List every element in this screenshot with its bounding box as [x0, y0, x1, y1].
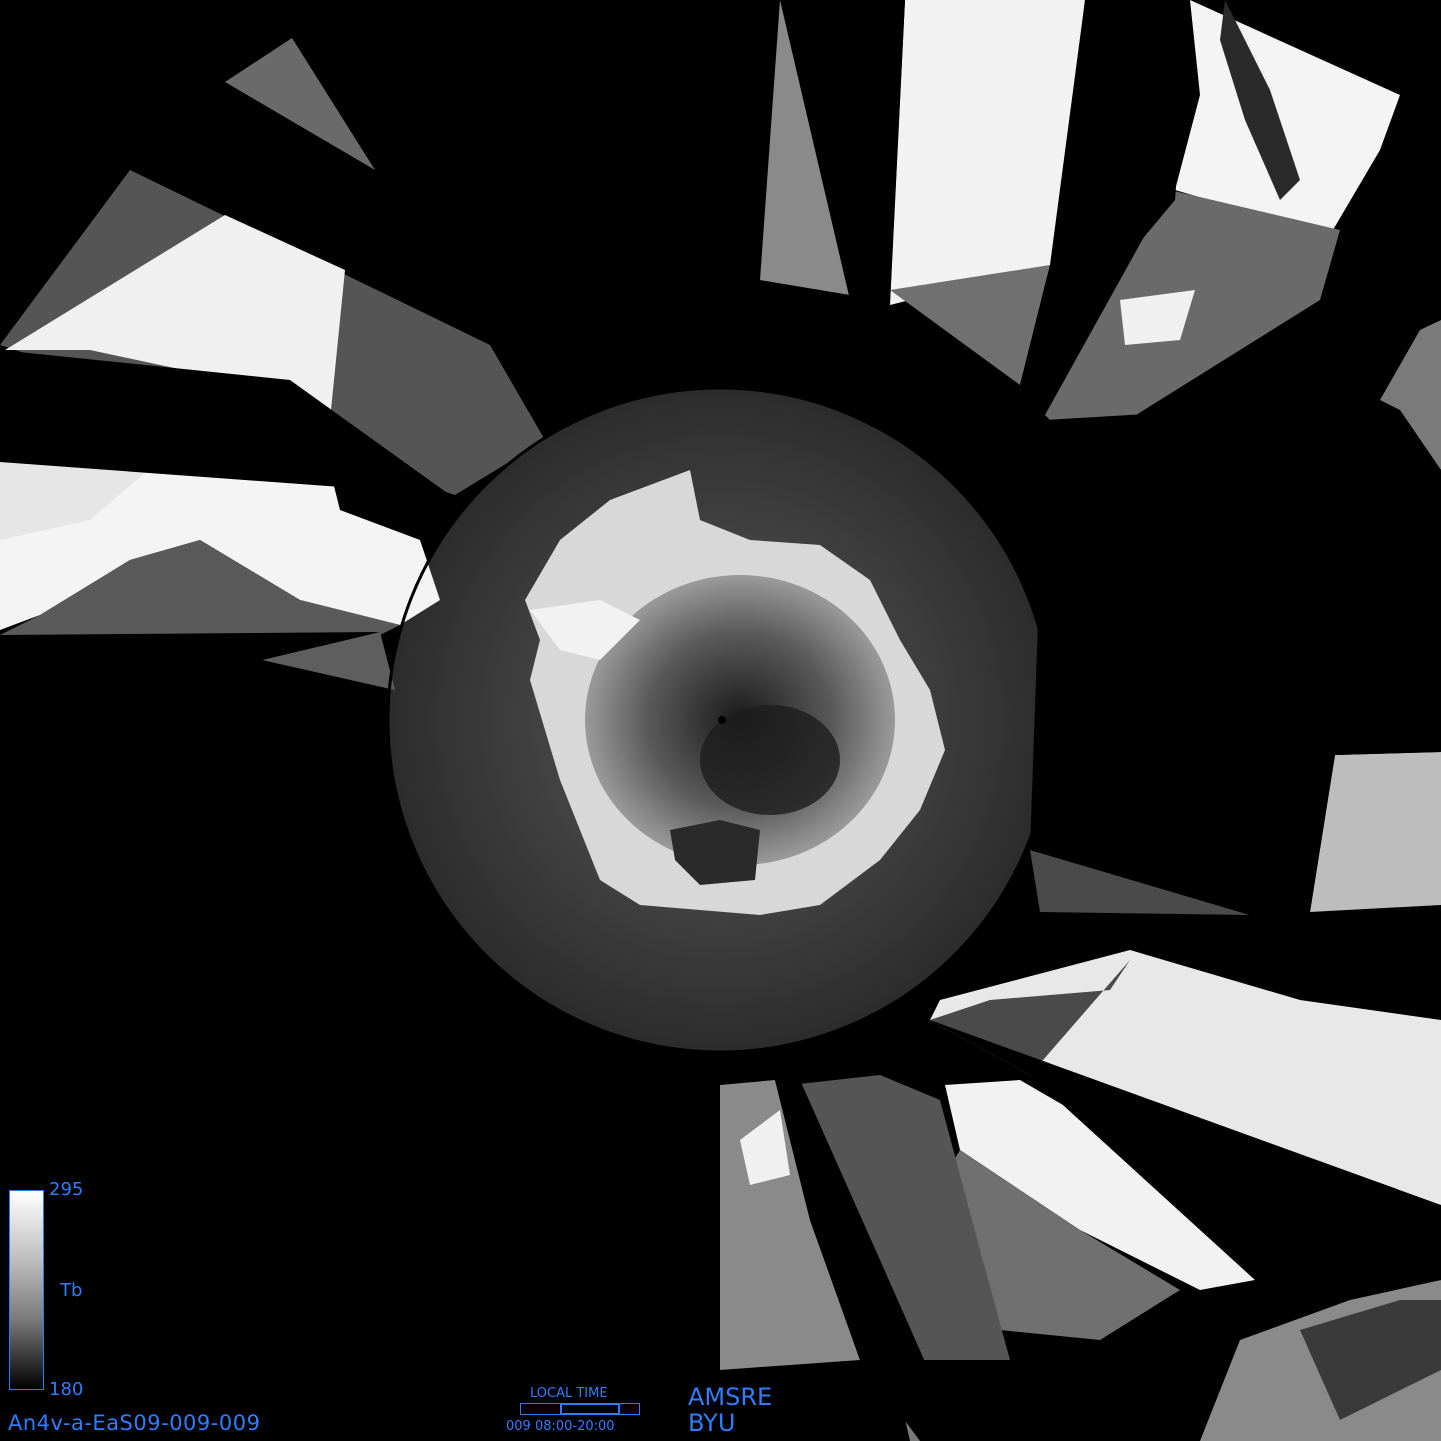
colorbar-variable-label: Tb	[60, 1280, 83, 1301]
local-time-window	[560, 1403, 620, 1415]
local-time-range: 009 08:00-20:00	[506, 1419, 615, 1434]
polar-stereographic-map	[0, 0, 1441, 1441]
colorbar-min-label: 180	[49, 1379, 84, 1400]
local-time-title: LOCAL TIME	[530, 1386, 608, 1401]
org-label: BYU	[688, 1409, 736, 1437]
product-id-label: An4v-a-EaS09-009-009	[8, 1411, 261, 1435]
colorbar-max-label: 295	[49, 1179, 84, 1200]
central-disk	[389, 389, 1051, 1051]
sensor-label: AMSRE	[688, 1383, 773, 1411]
temperature-colorbar	[9, 1190, 44, 1390]
